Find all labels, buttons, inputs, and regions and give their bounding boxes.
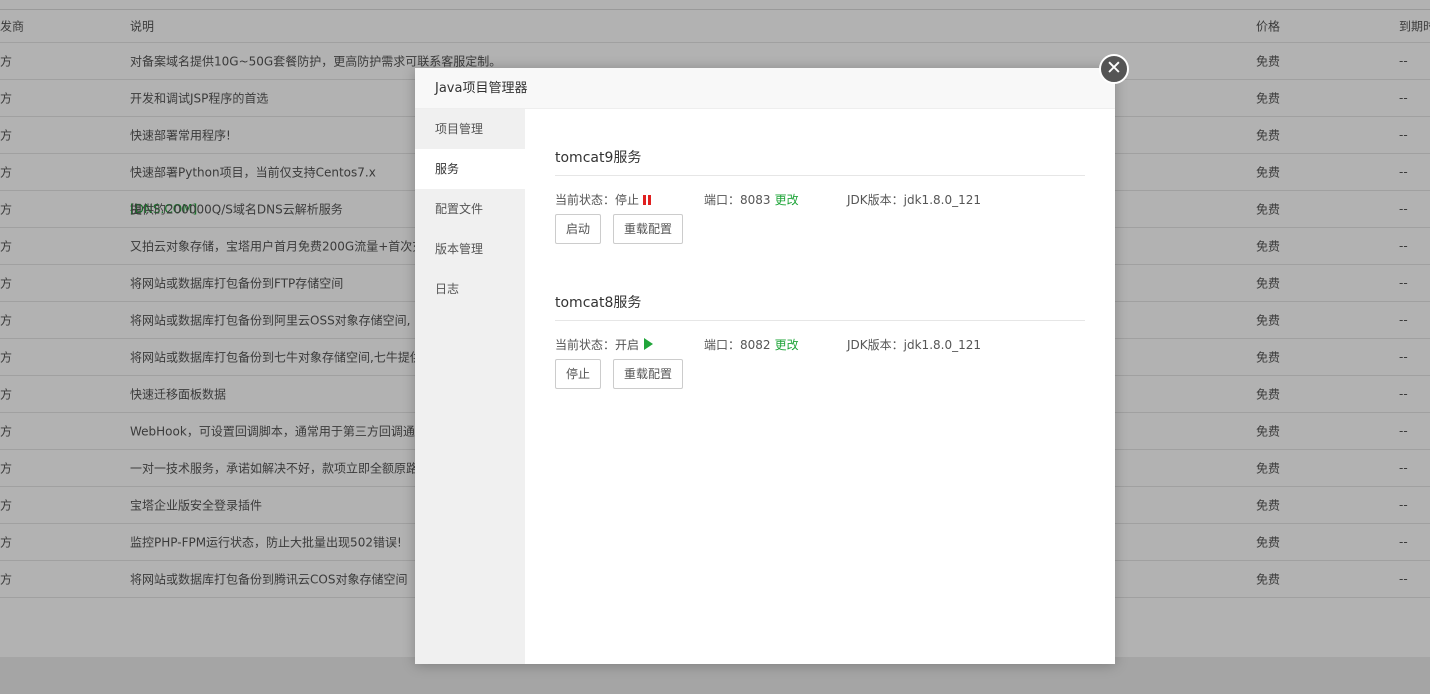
service-actions: 停止 重载配置	[555, 359, 1085, 389]
service-block-tomcat8: tomcat8服务 当前状态：开启 端口：8082 更改 JDK版本：jdk1.8…	[555, 292, 1085, 389]
status-group: 当前状态：停止	[555, 191, 652, 209]
jdk-label: JDK版本：	[847, 193, 904, 207]
service-info: 当前状态：停止 端口：8083 更改 JDK版本：jdk1.8.0_121	[555, 191, 1085, 209]
menu-item-log[interactable]: 日志	[415, 269, 525, 309]
status-group: 当前状态：开启	[555, 336, 654, 354]
status-value: 开启	[615, 338, 640, 352]
edit-port-link[interactable]: 更改	[775, 338, 799, 352]
jdk-value: jdk1.8.0_121	[903, 193, 981, 207]
menu-item-config-file[interactable]: 配置文件	[415, 189, 525, 229]
service-title: tomcat9服务	[555, 147, 1085, 176]
menu-item-project-management[interactable]: 项目管理	[415, 109, 525, 149]
status-label: 当前状态：	[555, 338, 616, 352]
reload-config-button[interactable]: 重载配置	[613, 214, 684, 244]
port-group: 端口：8082 更改	[704, 336, 799, 354]
java-manager-dialog: Java项目管理器 ✕ 项目管理 服务 配置文件 版本管理 日志 tomcat9…	[415, 54, 1129, 664]
stop-button[interactable]: 停止	[555, 359, 602, 389]
edit-port-link[interactable]: 更改	[775, 193, 799, 207]
jdk-label: JDK版本：	[847, 338, 904, 352]
jdk-value: jdk1.8.0_121	[903, 338, 981, 352]
menu-item-version-management[interactable]: 版本管理	[415, 229, 525, 269]
status-value: 停止	[615, 193, 640, 207]
service-panel: tomcat9服务 当前状态：停止 端口：8083 更改 JDK版本：jdk1.8…	[525, 109, 1115, 664]
service-title: tomcat8服务	[555, 292, 1085, 321]
dialog-sidebar: 项目管理 服务 配置文件 版本管理 日志	[415, 109, 525, 664]
port-value: 8082	[740, 338, 771, 352]
jdk-group: JDK版本：jdk1.8.0_121	[847, 336, 981, 354]
jdk-group: JDK版本：jdk1.8.0_121	[847, 191, 981, 209]
service-info: 当前状态：开启 端口：8082 更改 JDK版本：jdk1.8.0_121	[555, 336, 1085, 354]
port-value: 8083	[740, 193, 771, 207]
port-label: 端口：	[704, 193, 741, 207]
menu-item-service[interactable]: 服务	[415, 149, 525, 189]
port-group: 端口：8083 更改	[704, 191, 799, 209]
port-label: 端口：	[704, 338, 741, 352]
dialog-title: Java项目管理器	[415, 68, 1115, 109]
service-actions: 启动 重载配置	[555, 214, 1085, 244]
reload-config-button[interactable]: 重载配置	[613, 359, 684, 389]
status-label: 当前状态：	[555, 193, 616, 207]
start-button[interactable]: 启动	[555, 214, 602, 244]
dialog-body: 项目管理 服务 配置文件 版本管理 日志 tomcat9服务 当前状态：停止 端…	[415, 109, 1115, 664]
play-icon	[644, 338, 654, 350]
close-icon[interactable]: ✕	[1099, 54, 1129, 84]
service-block-tomcat9: tomcat9服务 当前状态：停止 端口：8083 更改 JDK版本：jdk1.8…	[555, 147, 1085, 244]
pause-icon	[643, 195, 652, 205]
